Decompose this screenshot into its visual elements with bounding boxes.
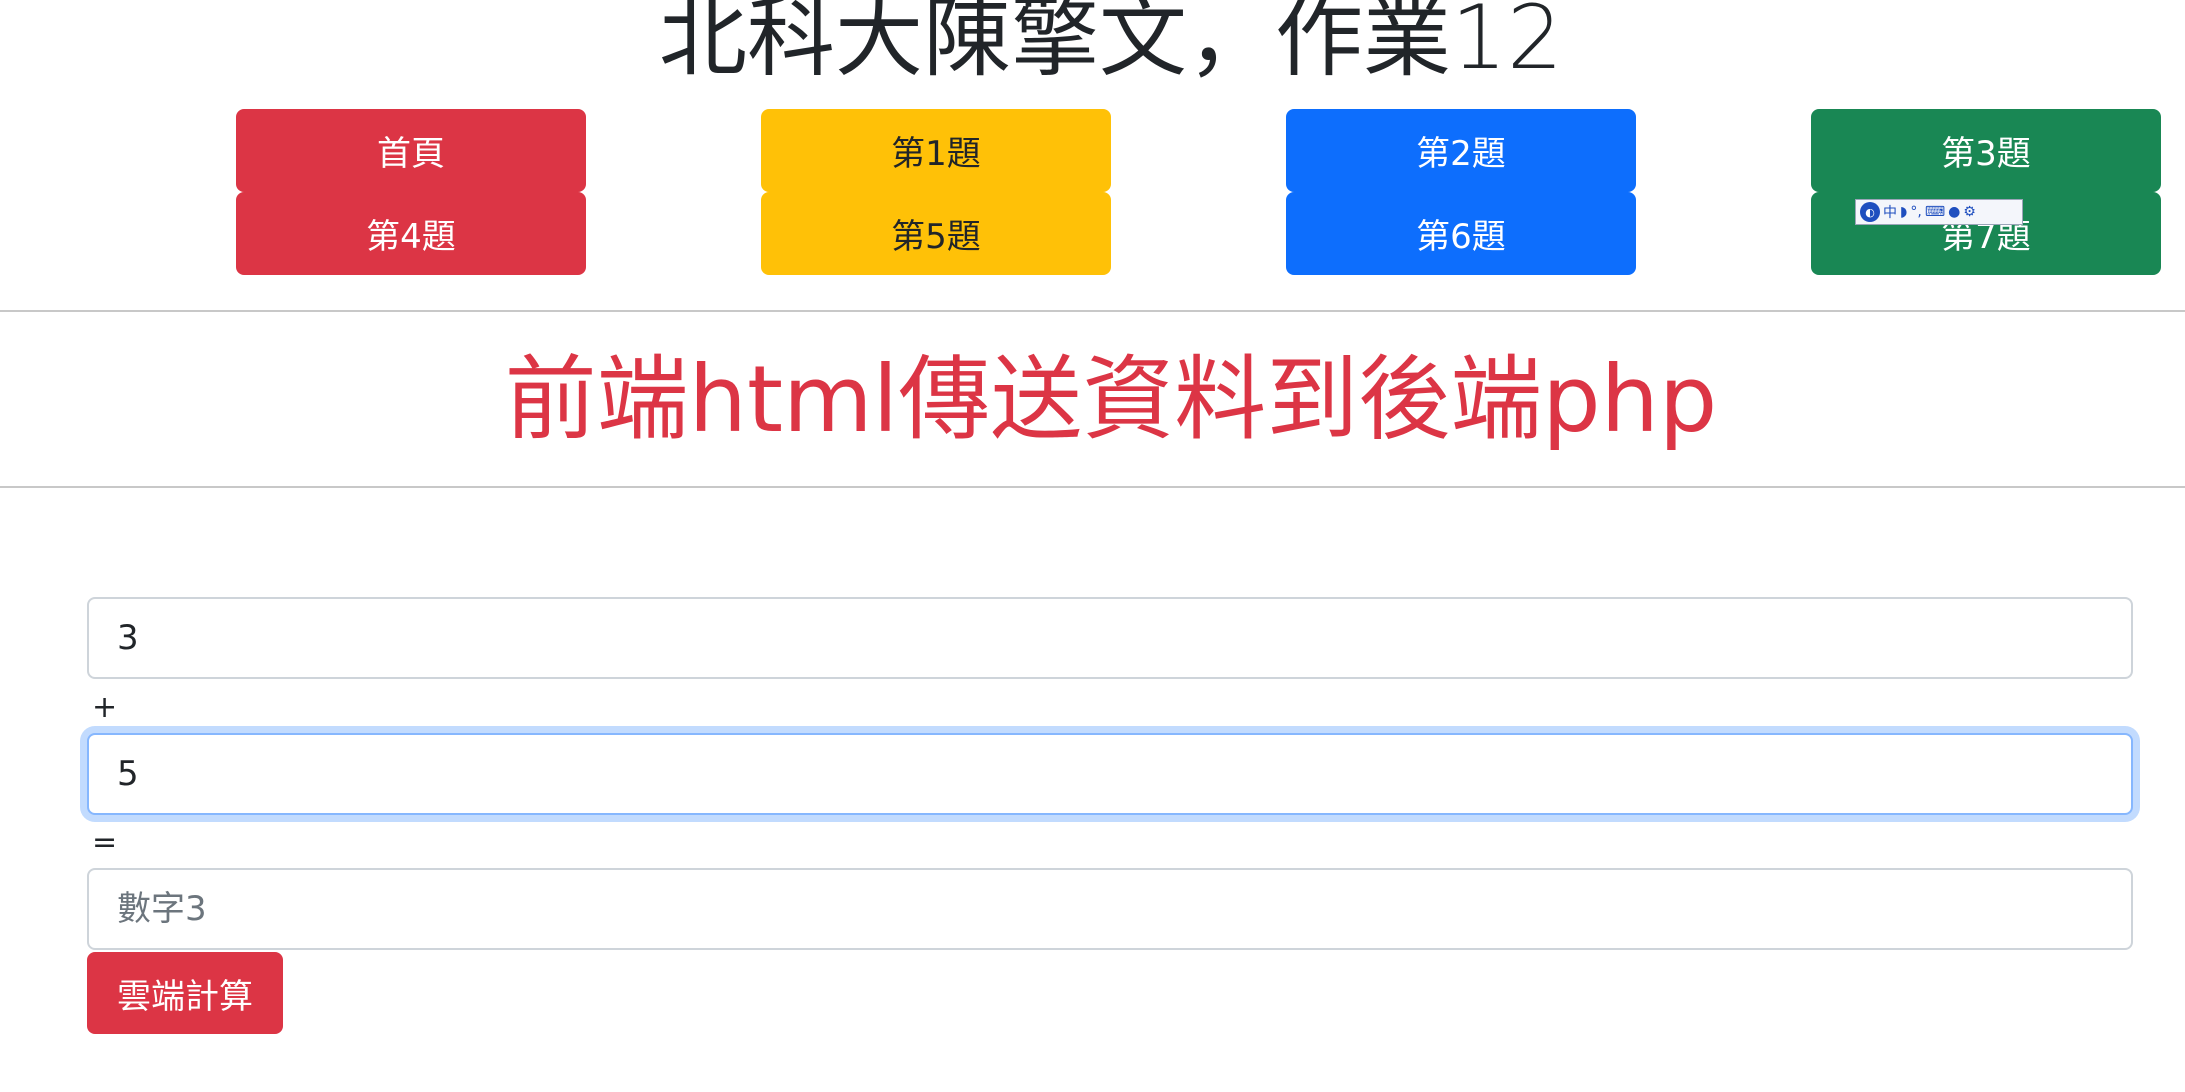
- nav-grid: 首頁 第1題 第2題 第3題 第4題 第5題 第6題 第7題: [0, 109, 2185, 275]
- plus-label: +: [92, 690, 118, 725]
- nav-button-q6[interactable]: 第6題: [1286, 192, 1636, 275]
- nav-button-q4[interactable]: 第4題: [236, 192, 586, 275]
- ime-toolbar[interactable]: ◐ 中 ◗ °, ⌨ ● ⚙: [1855, 199, 2023, 225]
- nav-button-q2[interactable]: 第2題: [1286, 109, 1636, 192]
- nav-button-q1[interactable]: 第1題: [761, 109, 1111, 192]
- ime-settings-icon[interactable]: ⚙: [1963, 204, 1976, 220]
- ime-halfwidth-icon[interactable]: ◗: [1900, 204, 1907, 220]
- nav-button-q3[interactable]: 第3題: [1811, 109, 2161, 192]
- nav-button-home[interactable]: 首頁: [236, 109, 586, 192]
- ime-keyboard-icon[interactable]: ⌨: [1925, 204, 1945, 220]
- cloud-calculate-button[interactable]: 雲端計算: [87, 952, 283, 1034]
- number2-input[interactable]: [87, 733, 2133, 815]
- page-title: 北科大陳擎文，作業12: [659, 0, 1563, 89]
- number1-input[interactable]: [87, 597, 2133, 679]
- equals-label: =: [92, 825, 118, 860]
- nav-button-q5[interactable]: 第5題: [761, 192, 1111, 275]
- page: 北科大陳擎文，作業12 首頁 第1題 第2題 第3題 第4題 第5題 第6題 第…: [0, 0, 2185, 1092]
- ime-microphone-icon[interactable]: ●: [1948, 204, 1960, 220]
- ime-logo-icon[interactable]: ◐: [1860, 202, 1880, 222]
- divider: [0, 486, 2185, 488]
- result-input[interactable]: [87, 868, 2133, 950]
- ime-punctuation-icon[interactable]: °,: [1910, 204, 1921, 220]
- divider: [0, 310, 2185, 312]
- ime-mode-label[interactable]: 中: [1883, 202, 1897, 222]
- section-heading: 前端html傳送資料到後端php: [504, 346, 1718, 453]
